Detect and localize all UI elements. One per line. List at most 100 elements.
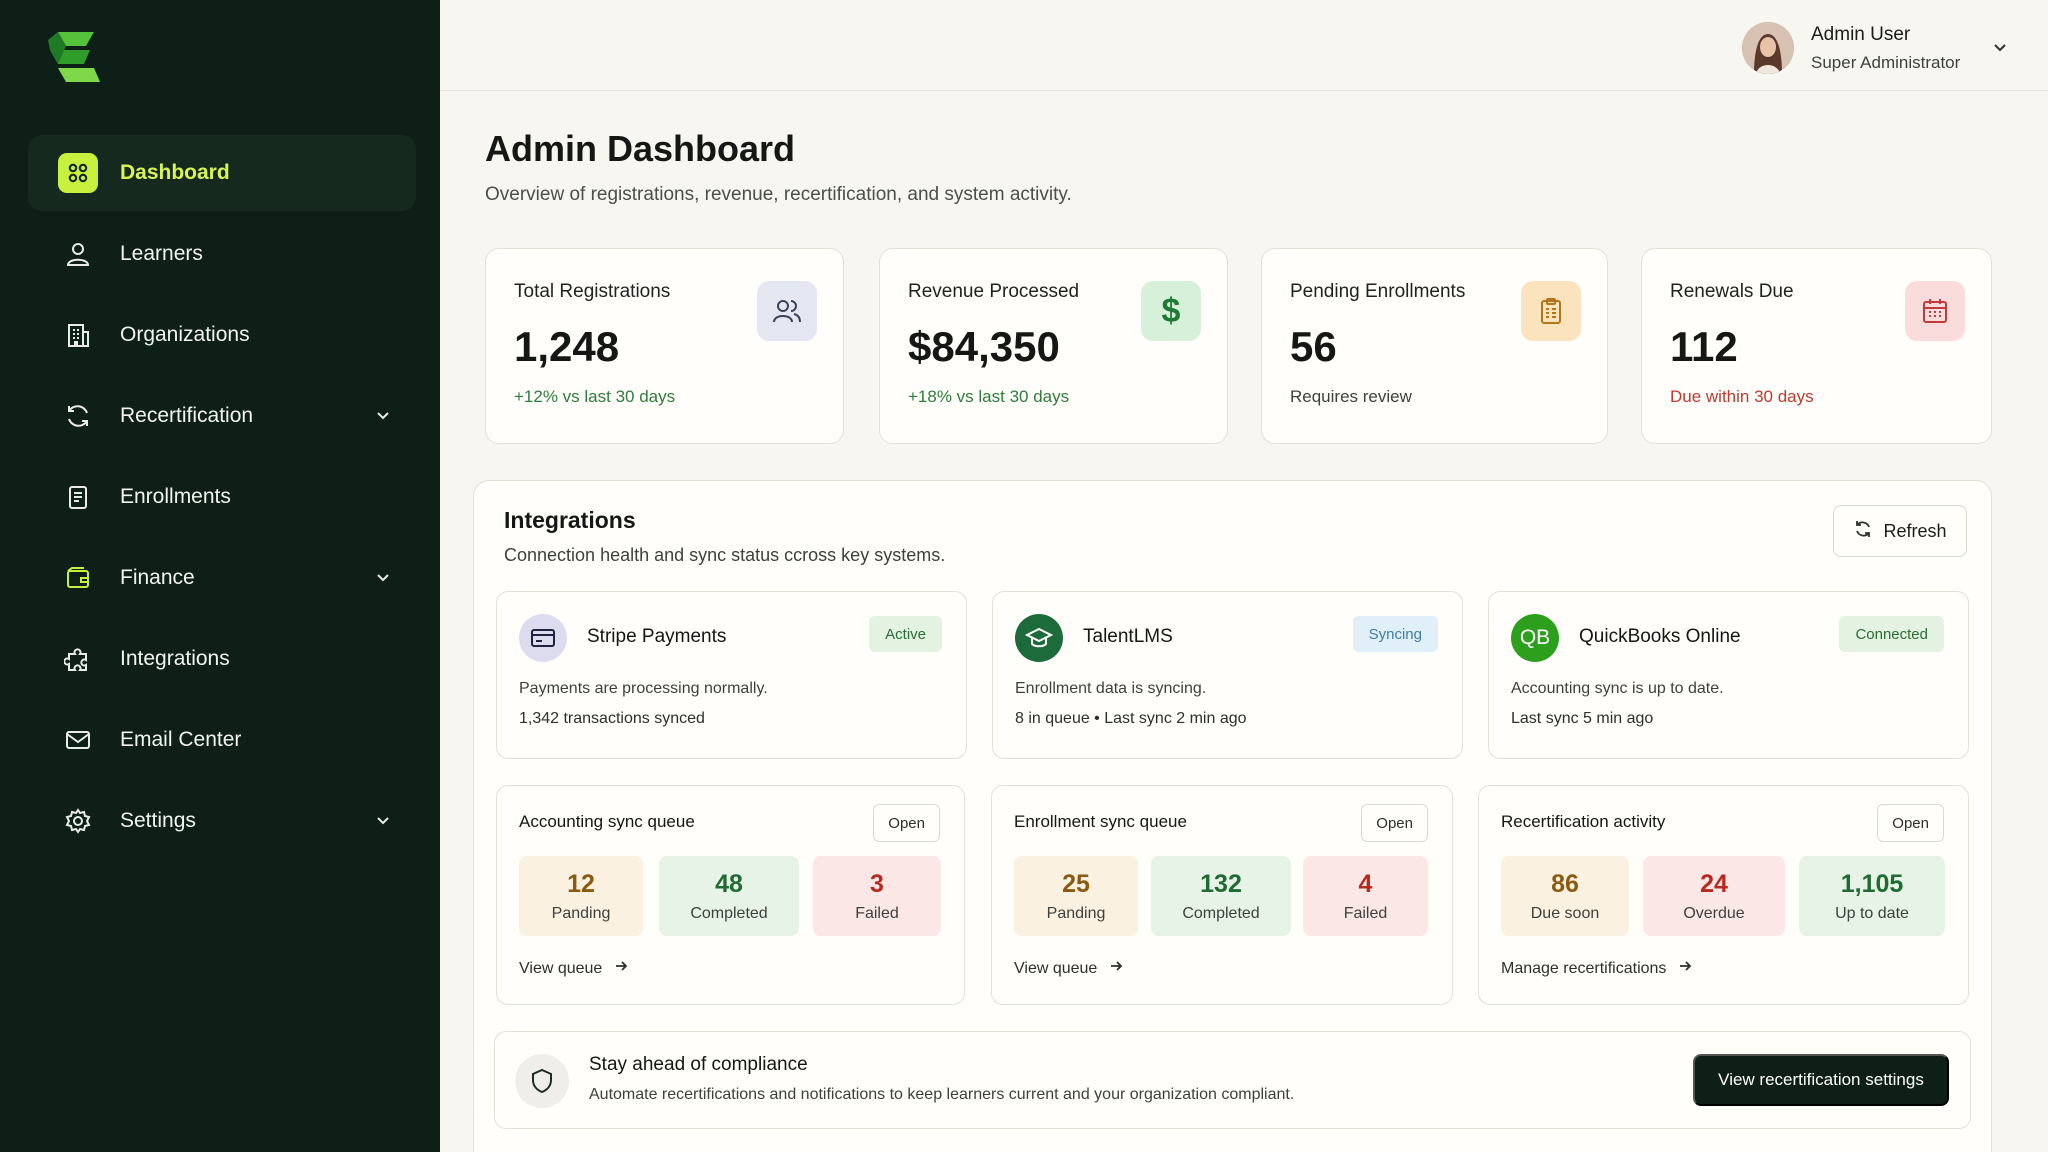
- queue-stat-overdue: 24 Overdue: [1643, 856, 1785, 936]
- calendar-icon: [1905, 281, 1965, 341]
- stat-value: 12: [567, 870, 595, 898]
- manage-recertifications-link[interactable]: Manage recertifications: [1501, 959, 1692, 978]
- queue-stat-failed: 4 Failed: [1303, 856, 1428, 936]
- user-icon: [58, 234, 98, 274]
- sidebar-item-recertification[interactable]: Recertification: [28, 378, 416, 454]
- stat-label: Completed: [1182, 905, 1260, 922]
- sidebar-item-label: Email Center: [120, 728, 242, 751]
- page-title: Admin Dashboard: [485, 128, 796, 169]
- queue-title: Accounting sync queue: [519, 812, 695, 831]
- integration-name: TalentLMS: [1083, 626, 1173, 647]
- stat-note: +18% vs last 30 days: [908, 387, 1070, 406]
- integration-card-quickbooks[interactable]: QB QuickBooks Online Connected Accountin…: [1488, 591, 1969, 759]
- stat-value: 112: [1670, 323, 1738, 370]
- view-recertification-settings-button[interactable]: View recertification settings: [1693, 1054, 1949, 1106]
- page-subtitle: Overview of registrations, revenue, rece…: [485, 184, 1072, 205]
- graduation-cap-icon: [1015, 614, 1063, 662]
- queue-title: Recertification activity: [1501, 812, 1666, 831]
- status-badge: Connected: [1839, 616, 1944, 652]
- grid-icon: [58, 153, 98, 193]
- user-role: Super Administrator: [1811, 53, 1961, 72]
- sidebar-item-email-center[interactable]: Email Center: [28, 702, 416, 778]
- link-label: View queue: [519, 959, 603, 977]
- sidebar-item-enrollments[interactable]: Enrollments: [28, 459, 416, 535]
- sidebar-item-integrations[interactable]: Integrations: [28, 621, 416, 697]
- stat-card-pending-enrollments[interactable]: Pending Enrollments 56 Requires review: [1261, 248, 1608, 444]
- integration-name: Stripe Payments: [587, 626, 727, 647]
- open-button[interactable]: Open: [1877, 804, 1944, 842]
- link-label: Manage recertifications: [1501, 959, 1667, 977]
- arrow-right-icon: [614, 959, 628, 978]
- sidebar-item-label: Integrations: [120, 647, 230, 670]
- compliance-text: Automate recertifications and notificati…: [589, 1086, 1295, 1103]
- integration-card-stripe[interactable]: Stripe Payments Active Payments are proc…: [496, 591, 967, 759]
- stat-value: 24: [1700, 870, 1728, 898]
- stat-card-total-registrations[interactable]: Total Registrations 1,248 +12% vs last 3…: [485, 248, 844, 444]
- brand-logo-icon[interactable]: [44, 28, 104, 88]
- stat-label: Panding: [551, 905, 611, 922]
- user-name[interactable]: Admin User: [1811, 24, 1910, 46]
- stat-label: Failed: [855, 905, 899, 922]
- integration-card-talentlms[interactable]: TalentLMS Syncing Enrollment data is syn…: [992, 591, 1463, 759]
- sidebar-nav: Dashboard Learners Organizations Recerti…: [28, 135, 416, 864]
- compliance-title: Stay ahead of compliance: [589, 1054, 808, 1075]
- clipboard-icon: [1521, 281, 1581, 341]
- chevron-down-icon[interactable]: [372, 567, 394, 589]
- status-badge: Active: [869, 616, 942, 652]
- sidebar-item-label: Dashboard: [120, 161, 230, 184]
- sidebar-item-label: Organizations: [120, 323, 250, 346]
- stat-label: Panding: [1046, 905, 1106, 922]
- integration-detail-text: 8 in queue • Last sync 2 min ago: [1015, 710, 1247, 727]
- sidebar-item-dashboard[interactable]: Dashboard: [28, 135, 416, 211]
- avatar[interactable]: [1742, 22, 1794, 74]
- stat-card-renewals-due[interactable]: Renewals Due 112 Due within 30 days: [1641, 248, 1992, 444]
- sidebar: Dashboard Learners Organizations Recerti…: [0, 0, 440, 1152]
- refresh-icon: [1853, 519, 1873, 544]
- queue-card-enrollment: Enrollment sync queue Open 25 Panding 13…: [991, 785, 1453, 1005]
- wallet-icon: [58, 558, 98, 598]
- view-queue-link[interactable]: View queue: [519, 959, 628, 978]
- stat-label: Renewals Due: [1670, 281, 1794, 302]
- queue-title: Enrollment sync queue: [1014, 812, 1187, 831]
- sidebar-item-settings[interactable]: Settings: [28, 783, 416, 859]
- chevron-down-icon[interactable]: [1990, 38, 2010, 58]
- stat-label: Due soon: [1530, 905, 1600, 922]
- credit-card-icon: [519, 614, 567, 662]
- stat-label: Up to date: [1835, 905, 1909, 922]
- open-button[interactable]: Open: [873, 804, 940, 842]
- chevron-down-icon[interactable]: [372, 405, 394, 427]
- sidebar-item-finance[interactable]: Finance: [28, 540, 416, 616]
- stat-label: Revenue Processed: [908, 281, 1080, 302]
- clipboard-icon: [58, 477, 98, 517]
- queue-stat-pending: 12 Panding: [519, 856, 643, 936]
- queue-stat-completed: 48 Completed: [659, 856, 799, 936]
- refresh-button[interactable]: Refresh: [1833, 505, 1967, 557]
- shield-icon: [515, 1054, 569, 1108]
- quickbooks-logo-icon: QB: [1511, 614, 1559, 662]
- link-label: View queue: [1014, 959, 1098, 977]
- stat-value: 48: [715, 870, 743, 898]
- puzzle-icon: [58, 639, 98, 679]
- arrow-right-icon: [1109, 959, 1123, 978]
- queue-stat-pending: 25 Panding: [1014, 856, 1138, 936]
- panel-title: Integrations: [504, 507, 636, 533]
- mail-icon: [58, 720, 98, 760]
- users-icon: [757, 281, 817, 341]
- sidebar-item-organizations[interactable]: Organizations: [28, 297, 416, 373]
- top-bar: [440, 0, 2048, 91]
- integration-status-text: Accounting sync is up to date.: [1511, 680, 1724, 697]
- stat-value: 1,248: [514, 323, 620, 370]
- open-button[interactable]: Open: [1361, 804, 1428, 842]
- stat-label: Completed: [690, 905, 768, 922]
- integration-status-text: Enrollment data is syncing.: [1015, 680, 1207, 697]
- view-queue-link[interactable]: View queue: [1014, 959, 1123, 978]
- sidebar-item-label: Recertification: [120, 404, 254, 427]
- queue-stat-completed: 132 Completed: [1151, 856, 1291, 936]
- stat-value: 56: [1290, 323, 1337, 370]
- stat-card-revenue-processed[interactable]: Revenue Processed $84,350 +18% vs last 3…: [879, 248, 1228, 444]
- sidebar-item-learners[interactable]: Learners: [28, 216, 416, 292]
- integration-detail-text: 1,342 transactions synced: [519, 710, 705, 727]
- chevron-down-icon[interactable]: [372, 810, 394, 832]
- stat-value: 86: [1551, 870, 1579, 898]
- integrations-panel: Integrations Connection health and sync …: [473, 480, 1992, 1152]
